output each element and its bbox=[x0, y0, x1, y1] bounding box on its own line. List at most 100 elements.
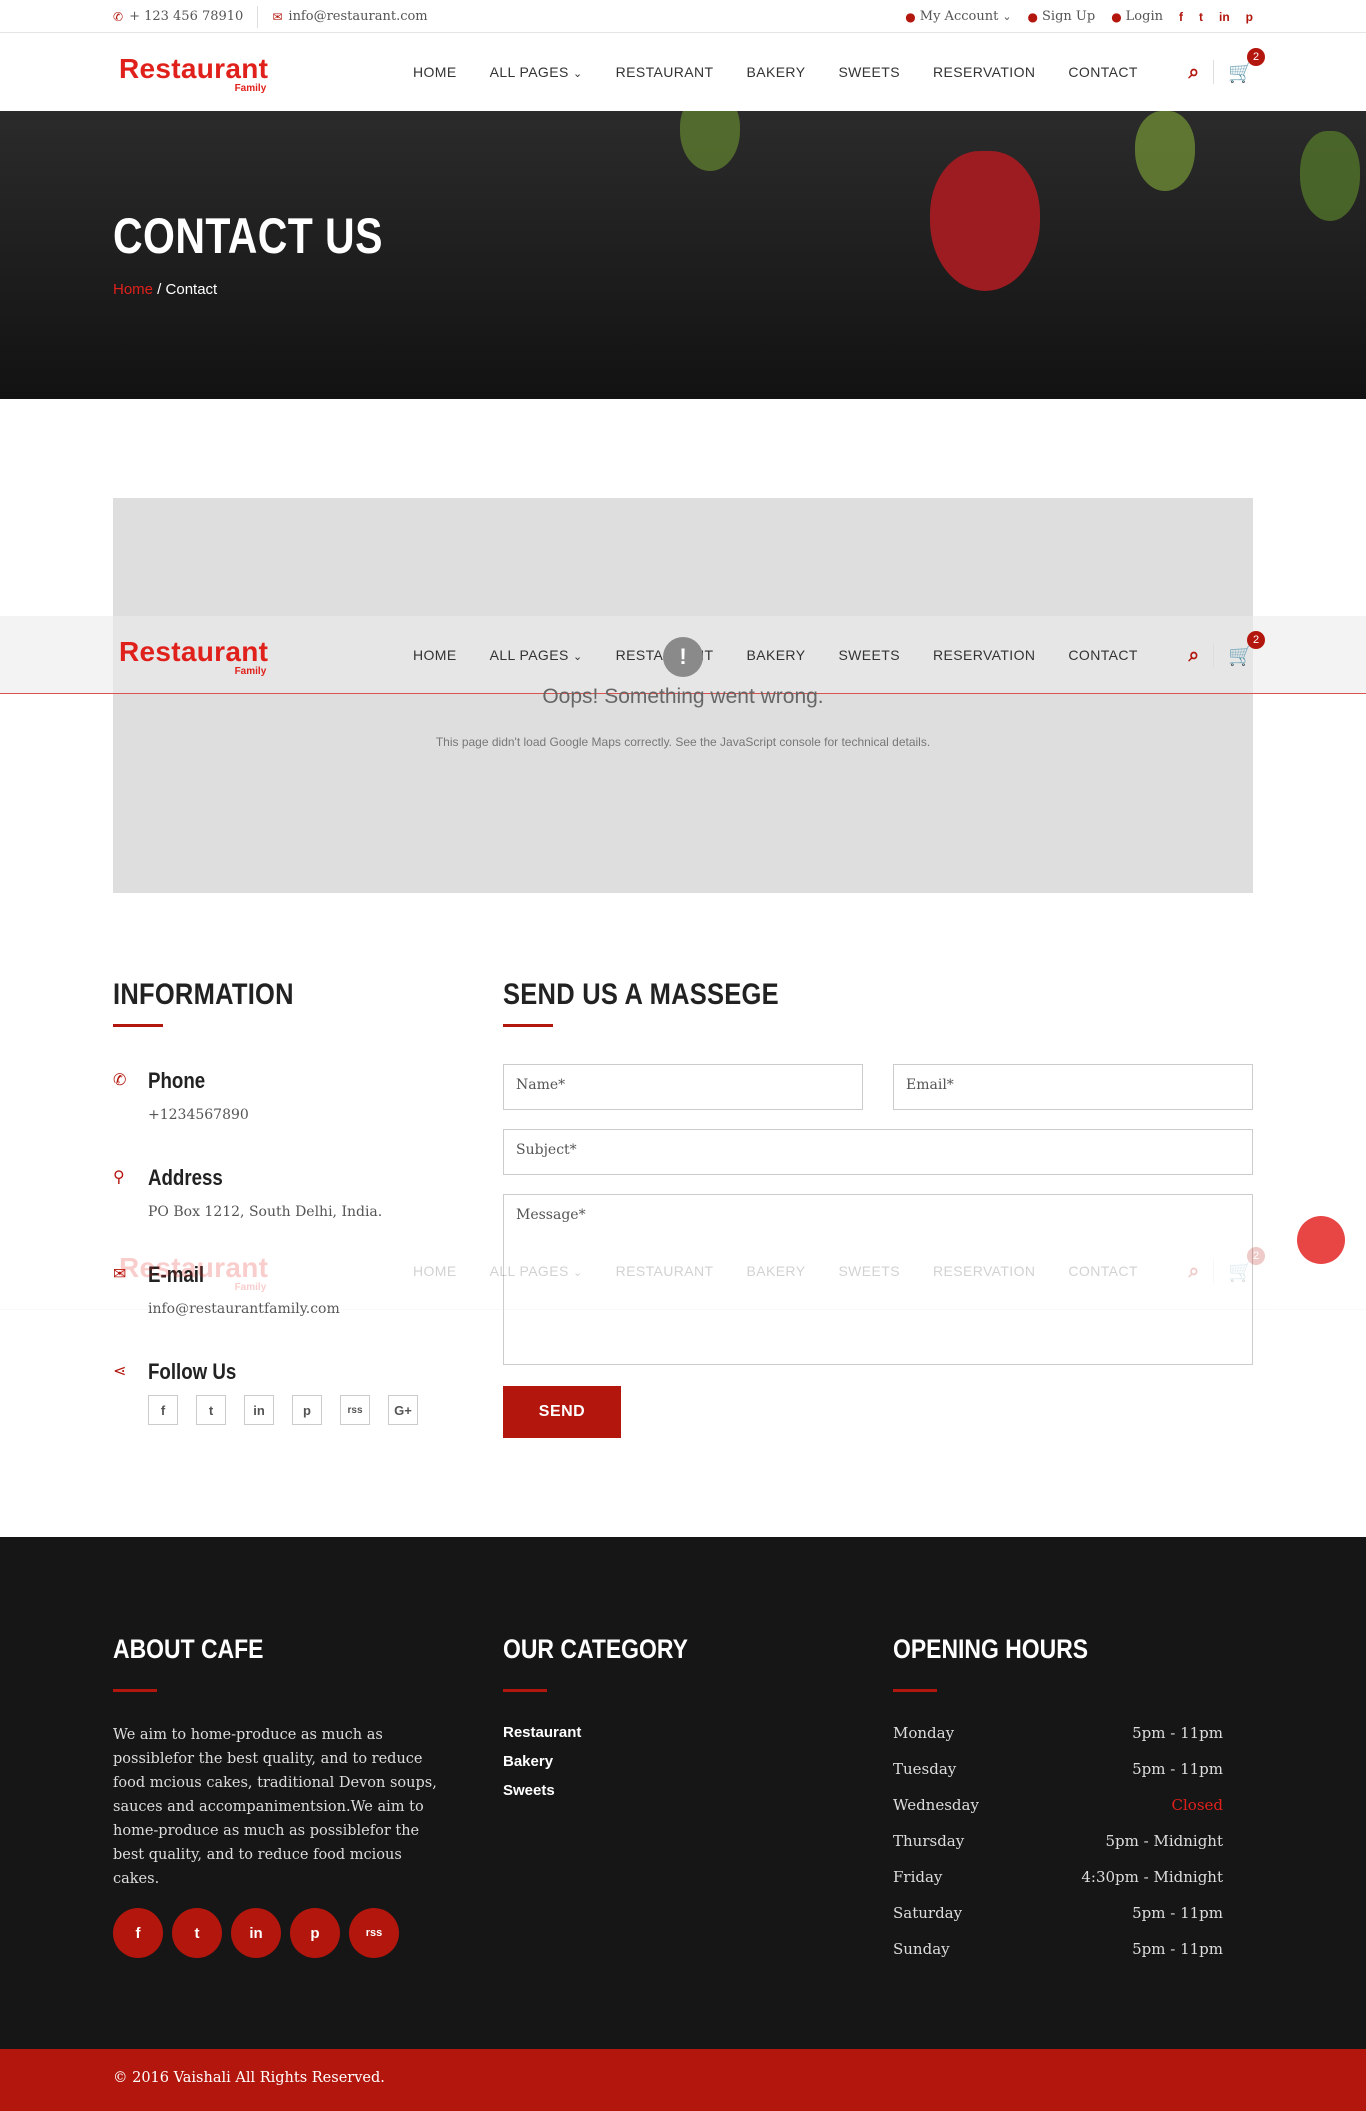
linkedin-icon[interactable]: in bbox=[244, 1395, 274, 1425]
form-title: SEND US A MASSEGE bbox=[503, 978, 779, 1011]
topbar-email-text: info@restaurant.com bbox=[288, 9, 428, 24]
title-underline bbox=[113, 1024, 163, 1027]
search-icon[interactable]: ⌕ bbox=[1188, 61, 1199, 83]
rss-icon[interactable]: rss bbox=[349, 1908, 399, 1958]
topbar-phone[interactable]: ✆ + 123 456 78910 bbox=[113, 9, 257, 24]
logo[interactable]: Restaurant Family bbox=[119, 638, 268, 678]
map-marker-icon: ⚲ bbox=[113, 1167, 125, 1186]
nav-all-pages-label: ALL PAGES bbox=[489, 64, 569, 80]
logo-name: Restaurant bbox=[119, 1252, 269, 1283]
my-account-dropdown[interactable]: ● My Account ⌄ bbox=[905, 9, 1011, 24]
chevron-down-icon: ⌄ bbox=[573, 1266, 583, 1279]
strawberry-image bbox=[1300, 131, 1360, 221]
nav-contact[interactable]: CONTACT bbox=[1068, 64, 1137, 80]
cart-icon[interactable]: 🛒 2 bbox=[1228, 48, 1265, 84]
cart-icon[interactable]: 🛒 2 bbox=[1228, 631, 1265, 667]
hours-day: Sunday bbox=[893, 1940, 950, 1958]
login-link[interactable]: ● Login bbox=[1111, 9, 1163, 24]
phone-value: +1234567890 bbox=[148, 1107, 249, 1123]
hours-day: Monday bbox=[893, 1724, 955, 1742]
main-header: Restaurant Family HOME ALL PAGES ⌄ RESTA… bbox=[0, 33, 1366, 111]
subject-field[interactable]: Subject* bbox=[503, 1129, 1253, 1175]
header-tools: ⌕ 🛒 2 bbox=[1188, 33, 1265, 111]
about-title: ABOUT CAFE bbox=[113, 1634, 264, 1664]
name-field[interactable]: Name* bbox=[503, 1064, 863, 1110]
send-button[interactable]: SEND bbox=[503, 1386, 621, 1438]
linkedin-icon[interactable]: in bbox=[1219, 10, 1230, 24]
category-bakery[interactable]: Bakery bbox=[503, 1753, 581, 1782]
information-section: INFORMATION ✆ Phone +1234567890 ⚲ Addres… bbox=[113, 978, 443, 1425]
map-error-icon: ! bbox=[663, 637, 703, 677]
nav-reservation[interactable]: RESERVATION bbox=[933, 64, 1035, 80]
facebook-icon[interactable]: f bbox=[113, 1908, 163, 1958]
hours-day: Saturday bbox=[893, 1904, 963, 1922]
breadcrumb-home[interactable]: Home bbox=[113, 281, 153, 298]
main-nav: HOME ALL PAGES ⌄ RESTAURANT BAKERY SWEET… bbox=[413, 616, 1171, 694]
hours-row: Sunday 5pm - 11pm bbox=[893, 1940, 1223, 1976]
address-value: PO Box 1212, South Delhi, India. bbox=[148, 1204, 383, 1220]
pinterest-icon[interactable]: p bbox=[290, 1908, 340, 1958]
hours-time: 4:30pm - Midnight bbox=[1081, 1868, 1223, 1886]
strawberry-image bbox=[930, 151, 1040, 291]
pinterest-icon[interactable]: p bbox=[292, 1395, 322, 1425]
user-icon: ● bbox=[1027, 9, 1039, 24]
nav-home[interactable]: HOME bbox=[413, 64, 457, 80]
nav-home[interactable]: HOME bbox=[413, 647, 457, 663]
nav-all-pages[interactable]: ALL PAGES ⌄ bbox=[490, 647, 583, 663]
hours-time: 5pm - 11pm bbox=[1132, 1724, 1223, 1742]
logo[interactable]: Restaurant Family bbox=[119, 55, 268, 95]
facebook-icon[interactable]: f bbox=[1179, 10, 1183, 24]
facebook-icon[interactable]: f bbox=[148, 1395, 178, 1425]
linkedin-icon[interactable]: in bbox=[231, 1908, 281, 1958]
nav-bakery[interactable]: BAKERY bbox=[746, 64, 805, 80]
search-icon[interactable]: ⌕ bbox=[1188, 644, 1199, 666]
header-divider bbox=[1213, 643, 1215, 667]
scroll-to-top-button[interactable] bbox=[1297, 1216, 1345, 1264]
my-account-label: My Account bbox=[919, 9, 999, 24]
nav-bakery: BAKERY bbox=[746, 1263, 806, 1279]
topbar-phone-text: + 123 456 78910 bbox=[129, 9, 244, 24]
nav-sweets[interactable]: SWEETS bbox=[838, 64, 900, 80]
footer: ABOUT CAFE We aim to home-produce as muc… bbox=[0, 1537, 1366, 2049]
share-icon: ⋖ bbox=[113, 1361, 127, 1380]
rss-icon[interactable]: rss bbox=[340, 1395, 370, 1425]
map-error-text: This page didn't load Google Maps correc… bbox=[435, 735, 931, 749]
hours-row: Thursday 5pm - Midnight bbox=[893, 1832, 1223, 1868]
page-banner: CONTACT US Home / Contact bbox=[0, 111, 1366, 399]
header-tools: ⌕ 🛒 2 bbox=[1188, 1232, 1265, 1310]
nav-reservation[interactable]: RESERVATION bbox=[933, 647, 1035, 663]
twitter-icon[interactable]: t bbox=[172, 1908, 222, 1958]
hours-time: 5pm - 11pm bbox=[1132, 1904, 1223, 1922]
nav-sweets[interactable]: SWEETS bbox=[838, 647, 900, 663]
login-label: Login bbox=[1125, 9, 1163, 24]
category-restaurant[interactable]: Restaurant bbox=[503, 1724, 581, 1753]
user-icon: ● bbox=[1111, 9, 1122, 24]
hours-title: OPENING HOURS bbox=[893, 1634, 1089, 1664]
logo-sub: Family bbox=[234, 83, 267, 94]
information-title: INFORMATION bbox=[113, 978, 294, 1011]
pinterest-icon[interactable]: p bbox=[1246, 10, 1253, 24]
hours-time-closed: Closed bbox=[1171, 1796, 1223, 1814]
title-underline bbox=[503, 1024, 553, 1027]
twitter-icon[interactable]: t bbox=[196, 1395, 226, 1425]
email-field[interactable]: Email* bbox=[893, 1064, 1253, 1110]
nav-bakery[interactable]: BAKERY bbox=[746, 647, 805, 663]
logo: Restaurant Family bbox=[119, 1252, 269, 1294]
copyright-bar: © 2016 Vaishali All Rights Reserved. bbox=[0, 2049, 1366, 2111]
logo-sub: Family bbox=[234, 1282, 267, 1293]
topbar-email[interactable]: ✉ info@restaurant.com bbox=[272, 9, 441, 24]
nav-restaurant[interactable]: RESTAURANT bbox=[616, 64, 714, 80]
breadcrumb-current: Contact bbox=[165, 281, 218, 298]
about-text: We aim to home-produce as much as possib… bbox=[113, 1727, 437, 1887]
title-underline bbox=[113, 1689, 157, 1692]
nav-contact[interactable]: CONTACT bbox=[1068, 647, 1137, 663]
hours-row: Tuesday 5pm - 11pm bbox=[893, 1760, 1223, 1796]
cart-badge: 2 bbox=[1247, 1247, 1265, 1265]
category-sweets[interactable]: Sweets bbox=[503, 1782, 581, 1811]
google-plus-icon[interactable]: G+ bbox=[388, 1395, 418, 1425]
sign-up-link[interactable]: ● Sign Up bbox=[1028, 9, 1096, 24]
twitter-icon[interactable]: t bbox=[1199, 10, 1203, 24]
title-underline bbox=[503, 1689, 547, 1692]
chevron-down-icon: ⌄ bbox=[573, 67, 583, 80]
nav-all-pages[interactable]: ALL PAGES ⌄ bbox=[490, 64, 583, 80]
